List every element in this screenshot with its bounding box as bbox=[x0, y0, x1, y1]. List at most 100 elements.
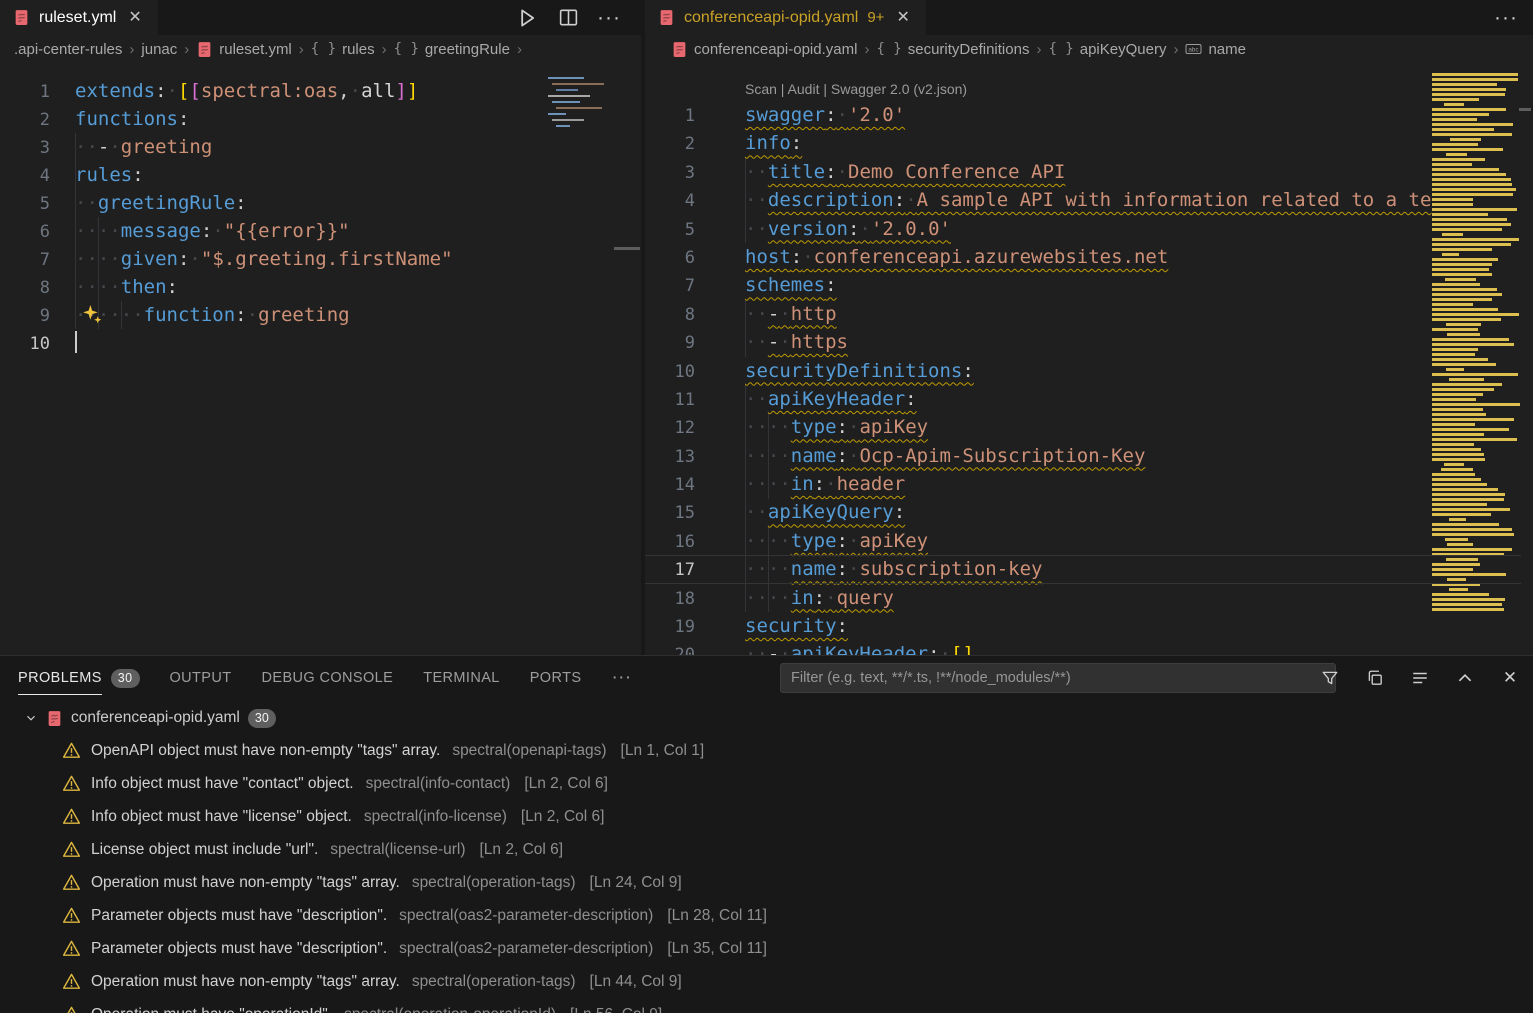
codelens[interactable]: Scan | Audit | Swagger 2.0 (v2.json) bbox=[645, 77, 1533, 101]
code-line-15[interactable]: 15··apiKeyQuery: bbox=[645, 498, 1533, 526]
problem-message: Parameter objects must have "description… bbox=[91, 907, 387, 925]
code-line-10[interactable]: 10securityDefinitions: bbox=[645, 357, 1533, 385]
breadcrumb-item-name[interactable]: abcname bbox=[1185, 41, 1246, 58]
code-line-18[interactable]: 18····in:·query bbox=[645, 584, 1533, 612]
code-line-2[interactable]: 2info: bbox=[645, 129, 1533, 157]
file-group-name: conferenceapi-opid.yaml bbox=[71, 709, 240, 727]
line-number: 19 bbox=[645, 613, 695, 641]
code-line-9[interactable]: 9······function:·greeting bbox=[0, 301, 641, 329]
breadcrumb-item-.api-center-rules[interactable]: .api-center-rules bbox=[14, 41, 122, 58]
problem-row[interactable]: Operation must have non-empty "tags" arr… bbox=[0, 965, 1533, 998]
editor-actions-left: ··· bbox=[516, 0, 620, 35]
breadcrumb-item-ruleset.yml[interactable]: ruleset.yml bbox=[196, 41, 292, 58]
line-number: 3 bbox=[0, 134, 50, 162]
panel-tab-terminal[interactable]: TERMINAL bbox=[423, 656, 500, 700]
code-text: ····message:·"{{error}}" bbox=[75, 220, 350, 242]
line-number: 7 bbox=[645, 272, 695, 300]
copilot-sparkle-icon[interactable] bbox=[82, 304, 103, 325]
editor-left[interactable]: 1extends:·[[spectral:oas,·all]]2function… bbox=[0, 63, 641, 655]
maximize-panel-icon[interactable] bbox=[1454, 667, 1476, 689]
warning-icon bbox=[62, 1005, 81, 1013]
minimap-line bbox=[1432, 73, 1518, 76]
panel-tab-output[interactable]: OUTPUT bbox=[170, 656, 232, 700]
close-tab-icon[interactable]: ✕ bbox=[893, 8, 912, 28]
code-line-5[interactable]: 5··version:·'2.0.0' bbox=[645, 215, 1533, 243]
problem-row[interactable]: Parameter objects must have "description… bbox=[0, 899, 1533, 932]
breadcrumb-item-conferenceapi-opid.yaml[interactable]: conferenceapi-opid.yaml bbox=[671, 41, 857, 58]
warning-icon bbox=[62, 873, 81, 892]
close-panel-icon[interactable]: ✕ bbox=[1499, 667, 1521, 689]
code-line-10[interactable]: 10 bbox=[0, 329, 641, 357]
more-actions-icon[interactable]: ··· bbox=[1495, 7, 1517, 29]
code-line-6[interactable]: 6host:·conferenceapi.azurewebsites.net bbox=[645, 243, 1533, 271]
code-text: ····given:·"$.greeting.firstName" bbox=[75, 248, 453, 270]
split-editor-icon[interactable] bbox=[557, 7, 579, 29]
tab-conferenceapi-opid-yaml[interactable]: conferenceapi-opid.yaml 9+ ✕ bbox=[645, 0, 926, 35]
problem-row[interactable]: Info object must have "contact" object.s… bbox=[0, 767, 1533, 800]
code-line-13[interactable]: 13····name:·Ocp-Apim-Subscription-Key bbox=[645, 442, 1533, 470]
problem-row[interactable]: Info object must have "license" object.s… bbox=[0, 800, 1533, 833]
line-number: 15 bbox=[645, 499, 695, 527]
problem-row[interactable]: Operation must have non-empty "tags" arr… bbox=[0, 866, 1533, 899]
problem-message: Operation must have non-empty "tags" arr… bbox=[91, 874, 400, 892]
close-tab-icon[interactable]: ✕ bbox=[125, 8, 144, 28]
panel-icons: ✕ bbox=[1319, 663, 1521, 693]
code-line-9[interactable]: 9··-·https bbox=[645, 328, 1533, 356]
problem-row[interactable]: OpenAPI object must have non-empty "tags… bbox=[0, 734, 1533, 767]
problems-filter-input[interactable] bbox=[780, 663, 1336, 693]
copy-icon[interactable] bbox=[1364, 667, 1386, 689]
problem-source: spectral(openapi-tags) bbox=[452, 742, 606, 760]
filter-icon[interactable] bbox=[1319, 667, 1341, 689]
code-text: securityDefinitions: bbox=[745, 360, 974, 382]
panel-tab-debug-console[interactable]: DEBUG CONSOLE bbox=[262, 656, 394, 700]
breadcrumb-item-securityDefinitions[interactable]: { }securityDefinitions bbox=[876, 41, 1029, 58]
code-line-14[interactable]: 14····in:·header bbox=[645, 470, 1533, 498]
code-line-2[interactable]: 2functions: bbox=[0, 105, 641, 133]
problems-file-group[interactable]: conferenceapi-opid.yaml 30 bbox=[0, 702, 1533, 734]
editor-group-right: conferenceapi-opid.yaml 9+ ✕ ··· confere… bbox=[645, 0, 1533, 655]
run-icon[interactable] bbox=[516, 7, 538, 29]
panel-tab-ports[interactable]: PORTS bbox=[530, 656, 582, 700]
code-line-6[interactable]: 6····message:·"{{error}}" bbox=[0, 217, 641, 245]
code-line-11[interactable]: 11··apiKeyHeader: bbox=[645, 385, 1533, 413]
chevron-down-icon[interactable] bbox=[24, 711, 38, 725]
panel-tab-problems[interactable]: PROBLEMS30 bbox=[18, 656, 140, 700]
code-line-5[interactable]: 5··greetingRule: bbox=[0, 189, 641, 217]
warning-icon bbox=[62, 906, 81, 925]
breadcrumb-item-rules[interactable]: { }rules bbox=[311, 41, 375, 58]
problem-row[interactable]: License object must include "url".spectr… bbox=[0, 833, 1533, 866]
editor-right[interactable]: Scan | Audit | Swagger 2.0 (v2.json) 1sw… bbox=[645, 63, 1533, 655]
breadcrumb-item-apiKeyQuery[interactable]: { }apiKeyQuery bbox=[1048, 41, 1166, 58]
problem-location: [Ln 2, Col 6] bbox=[480, 841, 564, 859]
code-line-19[interactable]: 19security: bbox=[645, 612, 1533, 640]
code-text: ··description:·A sample API with informa… bbox=[745, 189, 1431, 211]
code-line-1[interactable]: 1swagger:·'2.0' bbox=[645, 101, 1533, 129]
code-line-4[interactable]: 4rules: bbox=[0, 161, 641, 189]
code-line-4[interactable]: 4··description:·A sample API with inform… bbox=[645, 186, 1533, 214]
more-actions-icon[interactable]: ··· bbox=[598, 7, 620, 29]
minimap-line bbox=[1432, 83, 1497, 86]
tabbar-left: ruleset.yml ✕ ··· bbox=[0, 0, 641, 35]
code-line-12[interactable]: 12····type:·apiKey bbox=[645, 413, 1533, 441]
code-line-7[interactable]: 7····given:·"$.greeting.firstName" bbox=[0, 245, 641, 273]
line-number: 1 bbox=[0, 78, 50, 106]
code-line-7[interactable]: 7schemes: bbox=[645, 271, 1533, 299]
code-line-1[interactable]: 1extends:·[[spectral:oas,·all]] bbox=[0, 77, 641, 105]
panel-more-tabs-icon[interactable]: ··· bbox=[611, 656, 631, 700]
code-line-20[interactable]: 20··-·apiKeyHeader:·[] bbox=[645, 640, 1533, 655]
view-as-list-icon[interactable] bbox=[1409, 667, 1431, 689]
breadcrumb-item-junac[interactable]: junac bbox=[141, 41, 177, 58]
code-line-3[interactable]: 3··-·greeting bbox=[0, 133, 641, 161]
tab-ruleset-yml[interactable]: ruleset.yml ✕ bbox=[0, 0, 158, 35]
code-line-17[interactable]: 17····name:·subscription-key bbox=[645, 555, 1533, 583]
problem-message: Operation must have "operationId". bbox=[91, 1006, 332, 1013]
breadcrumb-item-greetingRule[interactable]: { }greetingRule bbox=[394, 41, 510, 58]
problem-row[interactable]: Operation must have "operationId".spectr… bbox=[0, 998, 1533, 1013]
code-line-8[interactable]: 8····then: bbox=[0, 273, 641, 301]
code-line-16[interactable]: 16····type:·apiKey bbox=[645, 527, 1533, 555]
panel-tab-label: DEBUG CONSOLE bbox=[262, 670, 394, 686]
line-number: 6 bbox=[645, 244, 695, 272]
code-line-3[interactable]: 3··title:·Demo Conference API bbox=[645, 158, 1533, 186]
code-line-8[interactable]: 8··-·http bbox=[645, 300, 1533, 328]
problem-row[interactable]: Parameter objects must have "description… bbox=[0, 932, 1533, 965]
